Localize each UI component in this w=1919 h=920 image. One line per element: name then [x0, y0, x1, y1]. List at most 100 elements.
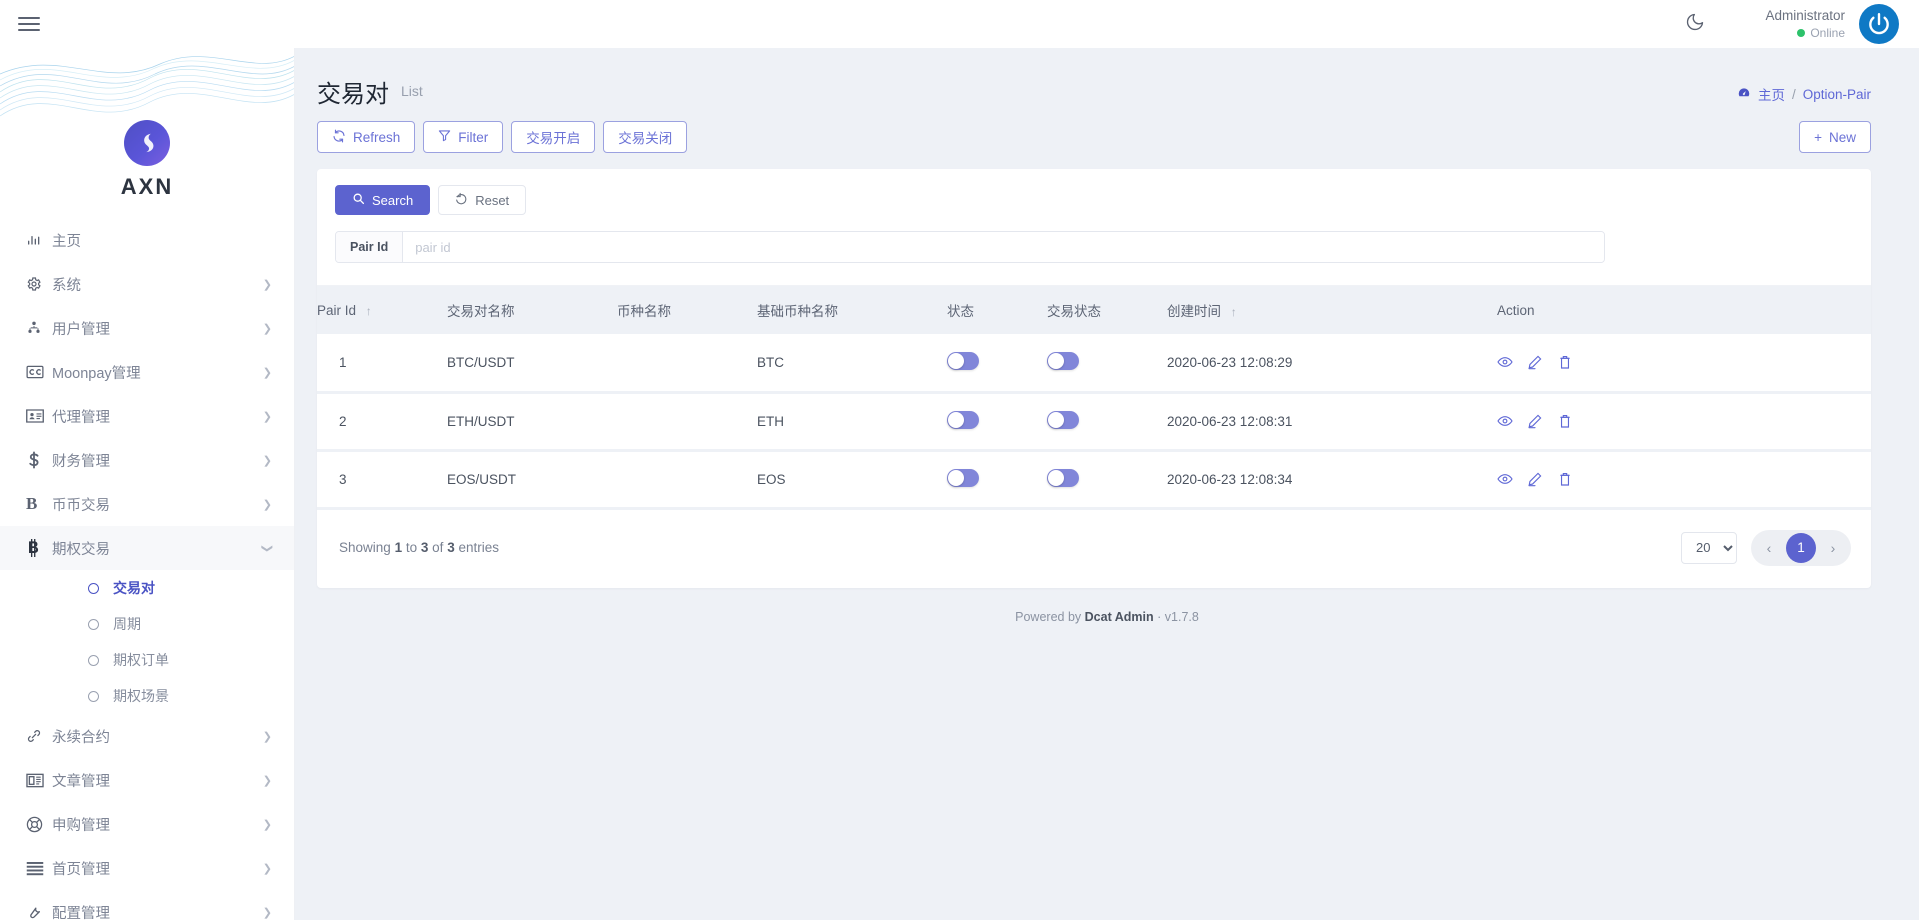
prev-page-button[interactable]: ‹ — [1754, 533, 1784, 563]
entries-summary: Showing 1 to 3 of 3 entries — [339, 540, 499, 555]
showing-prefix: Showing — [339, 540, 391, 555]
sidebar-item-label: 首页管理 — [52, 858, 263, 879]
new-button[interactable]: + New — [1799, 121, 1871, 153]
sidebar-item-label: 期权交易 — [52, 538, 263, 559]
trash-icon[interactable] — [1557, 413, 1573, 429]
sidebar-subitem-trading-pair[interactable]: 交易对 — [0, 570, 294, 606]
trade-open-button[interactable]: 交易开启 — [511, 121, 595, 153]
status-toggle[interactable] — [947, 352, 979, 370]
sort-arrow-icon[interactable]: ↑ — [1231, 305, 1237, 319]
sidebar-item-homepage-management[interactable]: 首页管理 ❯ — [0, 846, 294, 890]
cell-pair-id: 2 — [317, 392, 447, 450]
trade-close-button[interactable]: 交易关闭 — [603, 121, 687, 153]
showing-suffix: entries — [458, 540, 499, 555]
breadcrumb-home-link[interactable]: 主页 — [1758, 84, 1785, 104]
sidebar-item-perpetual-contract[interactable]: 永续合约 ❯ — [0, 714, 294, 758]
pair-id-label: Pair Id — [336, 232, 403, 262]
chevron-right-icon: ❯ — [263, 862, 272, 875]
column-base-coin-name: 基础币种名称 — [757, 286, 947, 334]
page-button-1[interactable]: 1 — [1786, 533, 1816, 563]
cell-coin-name — [617, 392, 757, 450]
article-icon — [26, 773, 52, 788]
pencil-icon[interactable] — [1527, 354, 1543, 370]
hamburger-menu-icon[interactable] — [18, 13, 40, 35]
chevron-right-icon: ❯ — [263, 410, 272, 423]
trash-icon[interactable] — [1557, 354, 1573, 370]
sidebar-item-subscription-management[interactable]: 申购管理 ❯ — [0, 802, 294, 846]
sidebar-item-finance-management[interactable]: 财务管理 ❯ — [0, 438, 294, 482]
trash-icon[interactable] — [1557, 471, 1573, 487]
showing-to: 3 — [421, 540, 429, 555]
toggle-knob — [1048, 412, 1064, 428]
reset-button[interactable]: Reset — [438, 185, 526, 215]
column-action: Action — [1497, 286, 1871, 334]
cell-actions — [1497, 450, 1871, 508]
user-status: Online — [1765, 25, 1845, 41]
sidebar-item-coin-trading[interactable]: B 币币交易 ❯ — [0, 482, 294, 526]
moon-icon[interactable] — [1685, 12, 1705, 36]
brand-logo-icon — [124, 120, 170, 166]
pair-id-input[interactable] — [403, 232, 1604, 262]
page-title: 交易对 — [317, 74, 389, 109]
chevron-right-icon: ❯ — [263, 730, 272, 743]
reset-label: Reset — [475, 193, 509, 208]
status-toggle[interactable] — [947, 469, 979, 487]
bitcoin-icon — [26, 539, 52, 557]
sidebar-item-home[interactable]: 主页 — [0, 218, 294, 262]
eye-icon[interactable] — [1497, 354, 1513, 370]
breadcrumb-separator: / — [1792, 87, 1796, 102]
search-filter-area: Search Reset Pair Id — [317, 169, 1871, 286]
cell-created-at: 2020-06-23 12:08:31 — [1167, 392, 1497, 450]
sidebar-item-option-trading[interactable]: 期权交易 ❯ — [0, 526, 294, 570]
hamburger-bar — [18, 23, 40, 25]
column-label: 交易对名称 — [447, 304, 515, 319]
sidebar-item-agent-management[interactable]: 代理管理 ❯ — [0, 394, 294, 438]
column-pair-id[interactable]: Pair Id ↑ — [317, 286, 447, 334]
sidebar-item-config-management[interactable]: 配置管理 ❯ — [0, 890, 294, 920]
sidebar-subitem-option-orders[interactable]: 期权订单 — [0, 642, 294, 678]
sidebar-brand[interactable]: AXN — [0, 48, 294, 218]
column-label: 创建时间 — [1167, 304, 1221, 319]
sidebar-item-label: Moonpay管理 — [52, 362, 263, 383]
page-subtitle: List — [401, 83, 423, 99]
trade-status-toggle[interactable] — [1047, 411, 1079, 429]
avatar[interactable] — [1859, 4, 1899, 44]
column-created-at[interactable]: 创建时间 ↑ — [1167, 286, 1497, 334]
eye-icon[interactable] — [1497, 413, 1513, 429]
cell-pair-name: EOS/USDT — [447, 450, 617, 508]
cell-pair-id: 3 — [317, 450, 447, 508]
sidebar-item-system[interactable]: 系统 ❯ — [0, 262, 294, 306]
status-toggle[interactable] — [947, 411, 979, 429]
dcat-admin-link[interactable]: Dcat Admin — [1085, 610, 1154, 624]
trade-status-toggle[interactable] — [1047, 469, 1079, 487]
gear-icon — [26, 276, 52, 292]
breadcrumb: 主页 / Option-Pair — [1737, 74, 1871, 104]
chevron-down-icon: ❯ — [261, 543, 274, 552]
refresh-button[interactable]: Refresh — [317, 121, 415, 153]
breadcrumb-current[interactable]: Option-Pair — [1803, 87, 1871, 102]
pencil-icon[interactable] — [1527, 471, 1543, 487]
powered-prefix: Powered by — [1015, 610, 1081, 624]
next-page-button[interactable]: › — [1818, 533, 1848, 563]
row-actions — [1497, 471, 1871, 487]
sort-arrow-icon[interactable]: ↑ — [366, 304, 372, 318]
sidebar-subitem-period[interactable]: 周期 — [0, 606, 294, 642]
pairs-table: Pair Id ↑ 交易对名称 币种名称 基础币种名称 状态 交易状态 创建时间… — [317, 286, 1871, 510]
column-label: 基础币种名称 — [757, 304, 838, 319]
user-info[interactable]: Administrator Online — [1765, 7, 1845, 41]
letter-b-icon: B — [26, 494, 52, 514]
sidebar-item-user-management[interactable]: 用户管理 ❯ — [0, 306, 294, 350]
per-page-select[interactable]: 20 — [1681, 532, 1737, 564]
user-name: Administrator — [1765, 7, 1845, 25]
cell-base-coin-name: EOS — [757, 450, 947, 508]
filter-button[interactable]: Filter — [423, 121, 503, 153]
cell-status — [947, 392, 1047, 450]
sidebar-subitem-option-scenes[interactable]: 期权场景 — [0, 678, 294, 714]
search-button[interactable]: Search — [335, 185, 430, 215]
sidebar-item-moonpay-management[interactable]: Moonpay管理 ❯ — [0, 350, 294, 394]
pencil-icon[interactable] — [1527, 413, 1543, 429]
sidebar-item-article-management[interactable]: 文章管理 ❯ — [0, 758, 294, 802]
trade-status-toggle[interactable] — [1047, 352, 1079, 370]
column-label: 币种名称 — [617, 304, 671, 319]
eye-icon[interactable] — [1497, 471, 1513, 487]
